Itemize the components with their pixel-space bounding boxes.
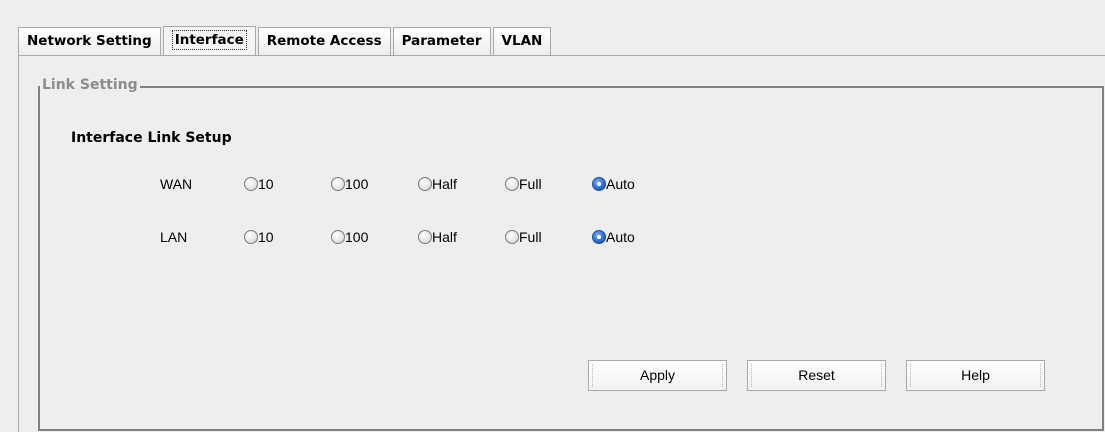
option-label: Full <box>519 229 542 245</box>
radio-button-icon[interactable] <box>331 177 345 191</box>
lan-option-auto[interactable]: Auto <box>592 227 635 247</box>
radio-button-icon[interactable] <box>418 177 432 191</box>
apply-button[interactable]: Apply <box>588 360 727 391</box>
radio-button-icon[interactable] <box>505 177 519 191</box>
tab-remote-access[interactable]: Remote Access <box>257 27 391 56</box>
wan-option-half[interactable]: Half <box>418 174 457 194</box>
wan-option-100[interactable]: 100 <box>331 174 368 194</box>
option-label: 100 <box>345 176 369 192</box>
wan-row: WAN 10 100 Half Full Auto <box>40 174 1102 194</box>
tab-network-setting[interactable]: Network Setting <box>18 27 161 56</box>
section-heading: Interface Link Setup <box>71 130 232 146</box>
tab-label: Interface <box>171 30 247 50</box>
option-label: Auto <box>606 229 635 245</box>
wan-option-10[interactable]: 10 <box>244 174 274 194</box>
option-label: Half <box>432 229 457 245</box>
radio-button-icon[interactable] <box>505 230 519 244</box>
radio-button-icon[interactable] <box>244 230 258 244</box>
option-label: Auto <box>606 176 635 192</box>
help-button[interactable]: Help <box>906 360 1045 391</box>
radio-button-icon[interactable] <box>331 230 345 244</box>
lan-option-full[interactable]: Full <box>505 227 542 247</box>
radio-button-icon[interactable] <box>418 230 432 244</box>
tab-bar: Network Setting Interface Remote Access … <box>18 26 553 56</box>
lan-label: LAN <box>160 229 188 245</box>
radio-button-selected-icon[interactable] <box>592 230 606 244</box>
lan-option-100[interactable]: 100 <box>331 227 368 247</box>
radio-button-icon[interactable] <box>244 177 258 191</box>
tab-vlan[interactable]: VLAN <box>492 27 552 56</box>
radio-button-selected-icon[interactable] <box>592 177 606 191</box>
option-label: 10 <box>258 176 274 192</box>
tab-parameter[interactable]: Parameter <box>392 27 491 56</box>
group-title: Link Setting <box>40 77 140 93</box>
tab-label: Parameter <box>401 33 482 49</box>
lan-option-half[interactable]: Half <box>418 227 457 247</box>
option-label: Full <box>519 176 542 192</box>
tab-label: VLAN <box>501 33 543 49</box>
tab-label: Network Setting <box>27 33 152 49</box>
wan-label: WAN <box>160 176 193 192</box>
wan-option-full[interactable]: Full <box>505 174 542 194</box>
option-label: 100 <box>345 229 369 245</box>
lan-option-10[interactable]: 10 <box>244 227 274 247</box>
lan-row: LAN 10 100 Half Full Auto <box>40 227 1102 247</box>
tab-label: Remote Access <box>266 33 382 49</box>
wan-option-auto[interactable]: Auto <box>592 174 635 194</box>
tab-interface[interactable]: Interface <box>162 26 256 56</box>
tab-panel: Link Setting Interface Link Setup WAN 10… <box>18 55 1105 432</box>
option-label: Half <box>432 176 457 192</box>
reset-button[interactable]: Reset <box>747 360 886 391</box>
link-setting-group: Link Setting Interface Link Setup WAN 10… <box>38 77 1104 431</box>
option-label: 10 <box>258 229 274 245</box>
